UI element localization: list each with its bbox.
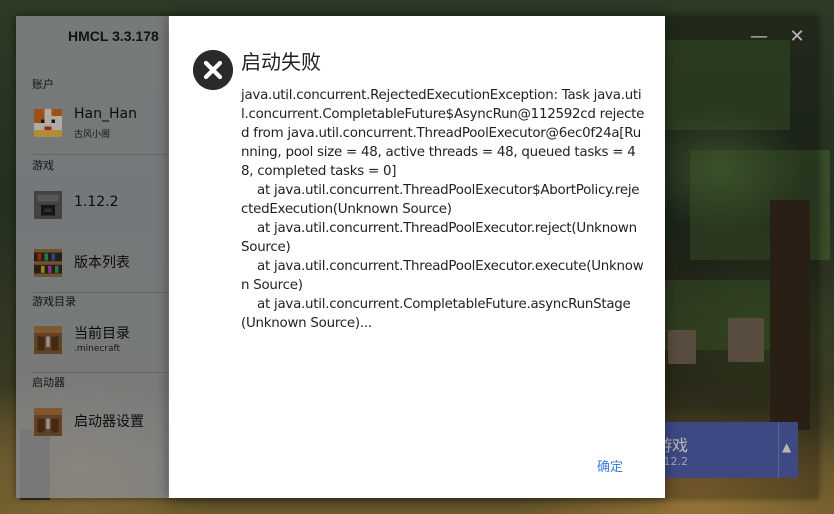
dialog-title: 启动失败 [241, 50, 321, 74]
error-message: java.util.concurrent.RejectedExecutionEx… [241, 88, 645, 331]
ok-button[interactable]: 确定 [597, 456, 623, 475]
error-circle-icon [193, 50, 233, 90]
error-dialog: 启动失败 java.util.concurrent.RejectedExecut… [169, 16, 665, 498]
